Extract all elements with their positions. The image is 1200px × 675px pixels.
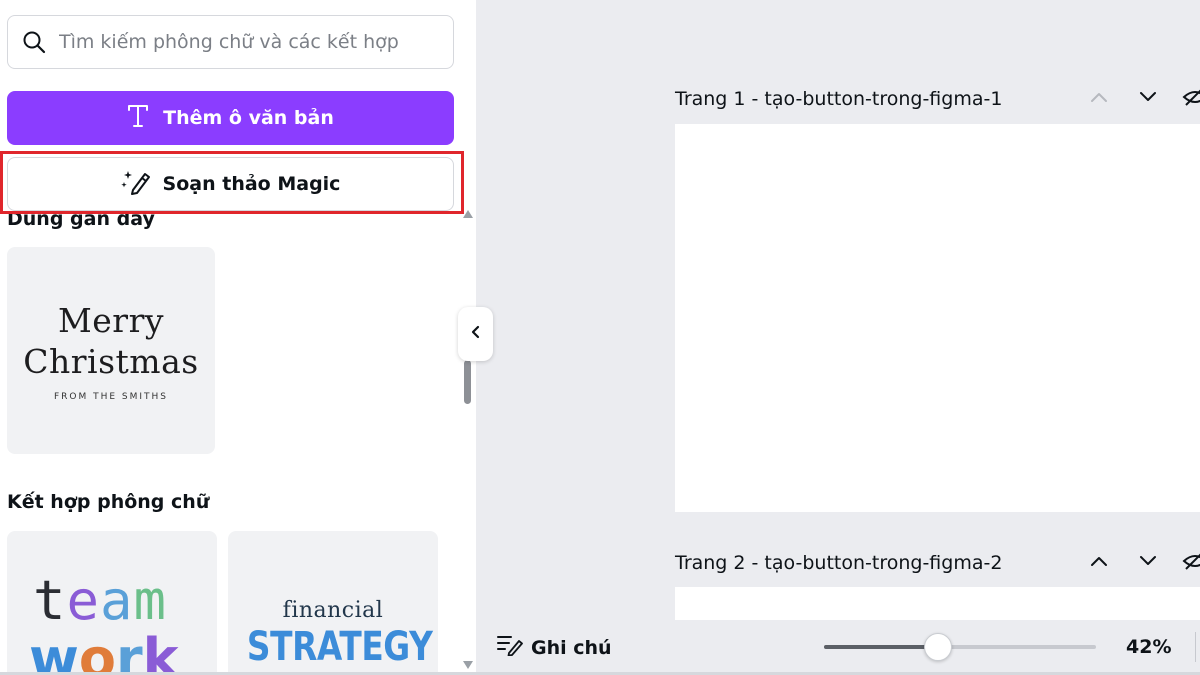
- font-combo-card[interactable]: team work: [7, 531, 217, 675]
- toolbar-divider: [1195, 632, 1196, 662]
- magic-write-highlight-box: [0, 151, 464, 214]
- hide-page-button[interactable]: [1182, 550, 1200, 576]
- card-text-line: financial: [282, 598, 384, 623]
- card-text-line: STRATEGY: [246, 624, 433, 670]
- page-1-canvas[interactable]: [675, 124, 1200, 512]
- eye-off-icon: [1182, 87, 1200, 112]
- notes-label: Ghi chú: [531, 636, 612, 659]
- move-page-up-button[interactable]: [1086, 550, 1112, 576]
- chevron-up-icon: [1089, 554, 1109, 572]
- zoom-percentage[interactable]: 42%: [1126, 636, 1171, 658]
- zoom-slider-fill: [824, 645, 938, 649]
- zoom-slider[interactable]: [824, 633, 1096, 661]
- search-icon: [22, 30, 46, 54]
- font-combo-card[interactable]: financial STRATEGY: [228, 531, 438, 675]
- text-t-icon: [127, 104, 149, 133]
- card-text-line: Merry: [57, 300, 164, 340]
- move-page-down-button[interactable]: [1135, 86, 1161, 112]
- scroll-down-arrow-icon[interactable]: [463, 661, 473, 669]
- card-text-line: Christmas: [23, 341, 199, 381]
- eye-off-icon: [1182, 551, 1200, 576]
- panel-scrollbar[interactable]: [462, 210, 474, 672]
- bottom-toolbar: Ghi chú 42%: [476, 620, 1200, 675]
- chevron-up-icon: [1089, 90, 1109, 108]
- scroll-up-arrow-icon[interactable]: [463, 210, 473, 218]
- add-text-box-button[interactable]: Thêm ô văn bản: [7, 91, 454, 145]
- work-text: work: [29, 627, 179, 675]
- move-page-up-button[interactable]: [1086, 86, 1112, 112]
- font-search-box[interactable]: [7, 15, 454, 69]
- collapse-panel-button[interactable]: [458, 307, 493, 361]
- recent-font-card[interactable]: Merry Christmas FROM THE SMITHS: [7, 247, 215, 454]
- notes-button[interactable]: Ghi chú: [497, 634, 612, 661]
- chevron-down-icon: [1138, 554, 1158, 572]
- zoom-slider-thumb[interactable]: [924, 633, 952, 661]
- add-text-box-label: Thêm ô văn bản: [163, 107, 334, 129]
- font-search-input[interactable]: [59, 31, 453, 53]
- scroll-thumb[interactable]: [464, 360, 471, 404]
- hide-page-button[interactable]: [1182, 86, 1200, 112]
- move-page-down-button[interactable]: [1135, 550, 1161, 576]
- chevron-left-icon: [470, 325, 482, 344]
- page-2-title[interactable]: Trang 2 - tạo-button-trong-figma-2: [675, 552, 1002, 574]
- text-side-panel: Thêm ô văn bản Soạn thảo Magic Dùng gần …: [0, 0, 476, 675]
- card-subtext: FROM THE SMITHS: [53, 391, 169, 402]
- page-1-title[interactable]: Trang 1 - tạo-button-trong-figma-1: [675, 88, 1002, 110]
- team-text: team: [33, 569, 168, 632]
- chevron-down-icon: [1138, 90, 1158, 108]
- font-combos-section-title: Kết hợp phông chữ: [7, 491, 210, 513]
- notes-icon: [497, 634, 523, 661]
